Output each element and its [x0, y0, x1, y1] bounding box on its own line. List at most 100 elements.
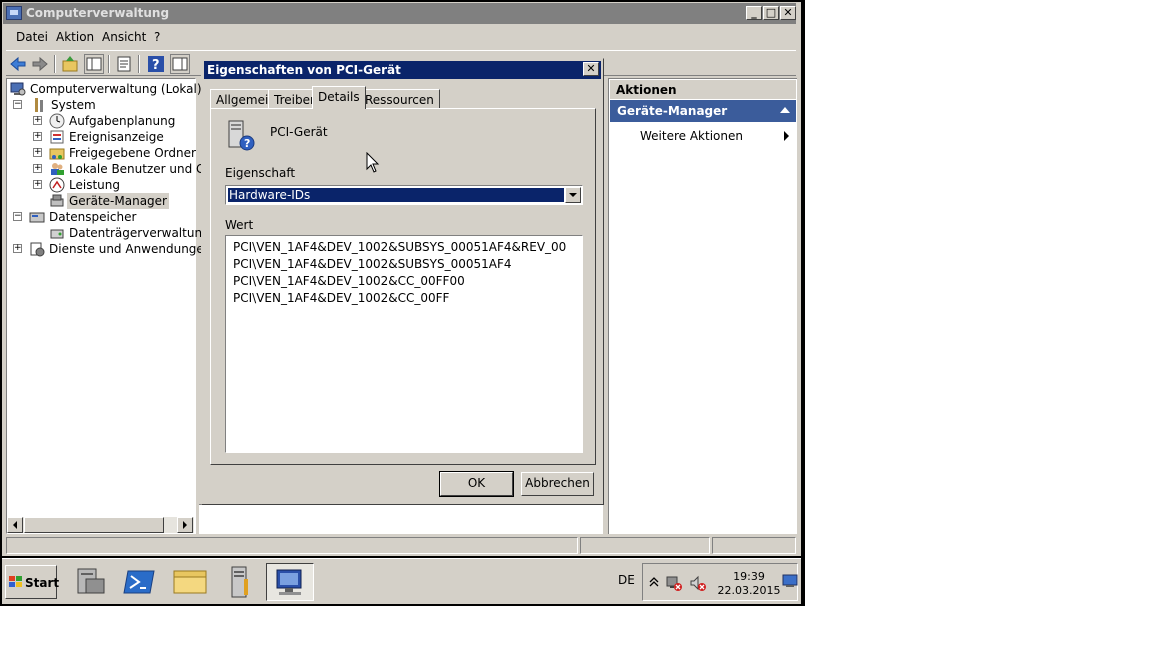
actions-header: Aktionen [610, 80, 796, 99]
tree-item-label: Geräte-Manager [67, 193, 169, 209]
tab-details[interactable]: Details [312, 86, 366, 109]
menu-ansicht[interactable]: Ansicht [102, 30, 146, 44]
expand-icon[interactable]: + [13, 244, 22, 253]
details-tab-panel: ? PCI-Gerät Eigenschaft Hardware-IDs Wer… [210, 108, 596, 465]
property-label: Eigenschaft [225, 166, 296, 180]
start-label: Start [25, 576, 60, 590]
window-title: Computerverwaltung [26, 6, 170, 20]
show-desktop-icon[interactable] [782, 574, 798, 588]
status-bar [6, 537, 796, 554]
volume-muted-icon[interactable] [689, 574, 707, 592]
menu-bar: Datei Aktion Ansicht ? [6, 26, 796, 48]
dialog-title: Eigenschaften von PCI-Gerät [207, 63, 401, 77]
dialog-close-button[interactable]: ✕ [583, 62, 599, 76]
help-icon[interactable]: ? [146, 54, 166, 74]
tree-horizontal-scrollbar[interactable] [7, 517, 194, 533]
computer-management-taskbar-icon[interactable] [266, 563, 314, 601]
value-list[interactable]: PCI\VEN_1AF4&DEV_1002&SUBSYS_00051AF4&RE… [225, 235, 583, 453]
list-item[interactable]: PCI\VEN_1AF4&DEV_1002&CC_00FF00 [233, 274, 465, 288]
status-cell [6, 537, 578, 554]
menu-datei[interactable]: Datei [16, 30, 48, 44]
services-icon [30, 242, 45, 257]
collapse-icon[interactable]: − [13, 212, 22, 221]
toolbar-separator [138, 55, 140, 73]
show-hide-action-pane-icon[interactable] [170, 54, 190, 74]
scroll-left-button[interactable] [7, 517, 23, 533]
show-hide-tree-icon[interactable] [84, 54, 104, 74]
device-settings-icon[interactable] [216, 563, 264, 601]
back-icon[interactable] [8, 54, 28, 74]
toolbar-separator [54, 55, 56, 73]
up-folder-icon[interactable] [60, 54, 80, 74]
tree-item-label: Leistung [69, 178, 120, 192]
menu-aktion[interactable]: Aktion [56, 30, 94, 44]
dialog-titlebar[interactable]: Eigenschaften von PCI-Gerät [204, 61, 601, 79]
list-item[interactable]: PCI\VEN_1AF4&DEV_1002&SUBSYS_00051AF4&RE… [233, 240, 566, 254]
actions-section-label: Geräte-Manager [617, 104, 728, 118]
tools-icon [35, 98, 43, 112]
tree-item-label: Datenträgerverwaltung [69, 226, 210, 240]
users-icon [51, 163, 64, 175]
explorer-icon[interactable] [166, 563, 214, 601]
collapse-icon[interactable]: − [13, 100, 22, 109]
forward-icon[interactable] [30, 54, 50, 74]
show-hidden-icons-icon[interactable] [649, 577, 659, 587]
expand-icon[interactable]: + [33, 148, 42, 157]
actions-pane: Aktionen Geräte-Manager Weitere Aktionen [608, 78, 797, 534]
more-actions-item[interactable]: Weitere Aktionen [640, 129, 743, 143]
list-item[interactable]: PCI\VEN_1AF4&DEV_1002&CC_00FF [233, 291, 449, 305]
expand-icon[interactable]: + [33, 164, 42, 173]
device-name: PCI-Gerät [270, 125, 328, 139]
list-item[interactable]: PCI\VEN_1AF4&DEV_1002&SUBSYS_00051AF4 [233, 257, 512, 271]
svg-text:?: ? [152, 58, 160, 73]
maximize-button[interactable]: □ [763, 6, 779, 20]
ok-button[interactable]: OK [439, 471, 514, 497]
pci-device-icon: ? [228, 120, 255, 151]
computer-management-icon [6, 6, 22, 20]
expand-icon[interactable]: + [33, 180, 42, 189]
network-error-icon[interactable] [665, 574, 683, 592]
tree-item-label: Computerverwaltung (Lokal) [30, 82, 202, 96]
storage-icon [29, 212, 45, 223]
property-dropdown[interactable]: Hardware-IDs [225, 185, 583, 205]
device-manager-icon [50, 194, 64, 207]
menu-help[interactable]: ? [154, 30, 160, 44]
close-button[interactable]: ✕ [780, 6, 796, 20]
scroll-thumb[interactable] [24, 517, 164, 533]
expand-icon[interactable]: + [33, 132, 42, 141]
window-titlebar[interactable]: Computerverwaltung _ □ ✕ [3, 3, 796, 24]
cancel-button[interactable]: Abbrechen [521, 472, 594, 496]
disk-icon [50, 229, 64, 239]
scroll-right-button[interactable] [177, 517, 193, 533]
value-label: Wert [225, 218, 254, 232]
language-indicator[interactable]: DE [618, 573, 635, 587]
minimize-button[interactable]: _ [746, 6, 762, 20]
toolbar-separator [108, 55, 110, 73]
taskbar: Start DE 19:39 22.03.2015 [2, 558, 801, 604]
tree-item-label: Datenspeicher [49, 210, 137, 224]
notification-area: 19:39 22.03.2015 [642, 563, 798, 601]
tree-item-label: Ereignisanzeige [69, 130, 164, 144]
clock[interactable]: 19:39 22.03.2015 [717, 570, 781, 598]
properties-dialog: Eigenschaften von PCI-Gerät ✕ Allgemein … [201, 58, 604, 505]
svg-text:?: ? [244, 137, 250, 150]
shared-folder-icon [49, 148, 65, 160]
expand-icon[interactable]: + [33, 116, 42, 125]
event-viewer-icon [50, 130, 64, 144]
performance-icon [49, 177, 65, 193]
collapse-up-icon[interactable] [780, 107, 790, 113]
server-manager-icon[interactable] [66, 563, 114, 601]
tab-ressourcen[interactable]: Ressourcen [359, 89, 440, 108]
windows-logo-icon [9, 576, 22, 587]
properties-icon[interactable] [114, 54, 134, 74]
powershell-icon[interactable] [116, 563, 164, 601]
start-button[interactable]: Start [5, 565, 60, 599]
computer-management-icon [10, 82, 26, 96]
tree-item-label: System [51, 98, 96, 112]
console-tree: Computerverwaltung (Lokal) − System + Au… [6, 78, 233, 534]
result-pane [199, 504, 603, 534]
actions-section-device-manager[interactable]: Geräte-Manager [610, 100, 796, 122]
chevron-down-icon[interactable] [565, 187, 581, 203]
mouse-cursor-icon [366, 152, 380, 173]
status-cell [580, 537, 710, 554]
